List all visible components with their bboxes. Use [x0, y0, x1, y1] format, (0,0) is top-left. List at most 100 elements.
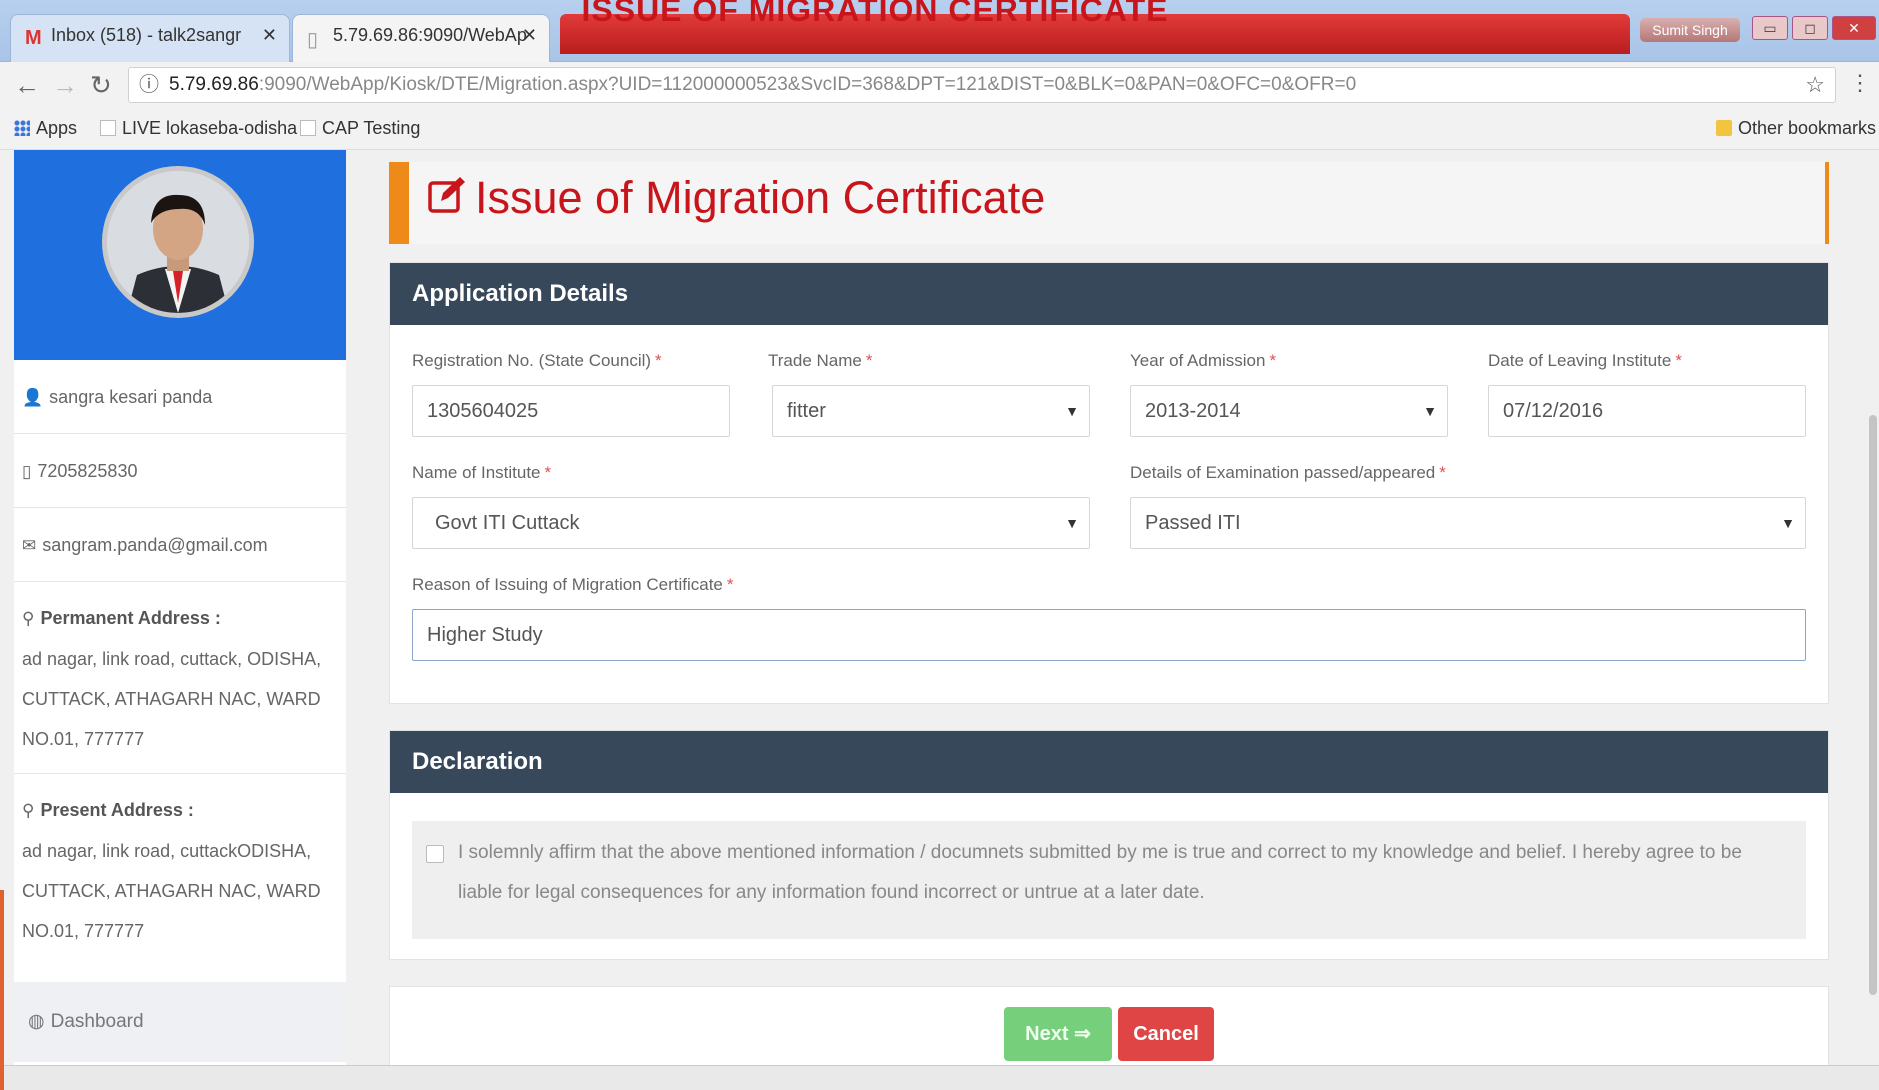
- selected-value: 2013-2014: [1145, 400, 1241, 422]
- page-title-text: Issue of Migration Certificate: [475, 172, 1046, 223]
- close-icon[interactable]: ✕: [262, 25, 277, 46]
- page-icon: ▯: [307, 29, 319, 51]
- page-scrollbar[interactable]: [1867, 150, 1879, 1065]
- bookmark-lokaseba[interactable]: LIVE lokaseba-odisha: [100, 118, 297, 139]
- caret-down-icon: ▼: [1065, 403, 1079, 419]
- profile-phone: 7205825830: [37, 461, 138, 481]
- reload-icon[interactable]: ↻: [90, 70, 112, 101]
- browser-tab-inbox[interactable]: M Inbox (518) - talk2sangr ✕: [10, 14, 290, 62]
- label-text: Trade Name: [768, 351, 862, 370]
- bookmark-apps[interactable]: Apps: [14, 118, 77, 139]
- address-line: NO.01, 777777: [22, 921, 145, 941]
- cancel-button[interactable]: Cancel: [1118, 1007, 1214, 1061]
- required-mark: *: [1675, 351, 1682, 370]
- maximize-icon[interactable]: ◻: [1792, 16, 1828, 40]
- reason-label: Reason of Issuing of Migration Certifica…: [412, 575, 734, 595]
- window-close-icon[interactable]: ✕: [1832, 16, 1876, 40]
- year-of-admission-select[interactable]: 2013-2014 ▼: [1130, 385, 1448, 437]
- required-mark: *: [1269, 351, 1277, 370]
- folder-icon: [1716, 120, 1732, 136]
- window-edge-accent: [0, 890, 4, 1090]
- scrollbar-thumb[interactable]: [1869, 415, 1877, 995]
- institute-name-label: Name of Institute *: [412, 463, 551, 483]
- institute-name-select[interactable]: Govt ITI Cuttack ▼: [412, 497, 1090, 549]
- next-button[interactable]: Next ⇒: [1004, 1007, 1112, 1061]
- profile-chip[interactable]: Sumit Singh: [1640, 18, 1740, 42]
- profile-name: sangra kesari panda: [49, 387, 213, 407]
- address-line: CUTTACK, ATHAGARH NAC, WARD: [22, 689, 321, 709]
- gmail-icon: M: [25, 27, 42, 49]
- permanent-address: ⚲ Permanent Address : ad nagar, link road…: [14, 582, 346, 774]
- declaration-box: I solemnly affirm that the above mention…: [412, 821, 1806, 939]
- examination-details-select[interactable]: Passed ITI ▼: [1130, 497, 1806, 549]
- label-text: Year of Admission: [1130, 351, 1266, 370]
- tab-label: 5.79.69.86:9090/WebAp: [333, 25, 527, 45]
- page-content: 👤 sangra kesari panda ▯ 7205825830 ✉ sangra…: [0, 150, 1879, 1076]
- address-line: ad nagar, link road, cuttack, ODISHA,: [22, 649, 322, 669]
- bookmark-label: Other bookmarks: [1738, 118, 1877, 138]
- envelope-icon: ✉: [22, 536, 37, 555]
- input-value: Higher Study: [427, 624, 543, 646]
- profile-header: [14, 150, 346, 360]
- required-mark: *: [1439, 463, 1446, 482]
- caret-down-icon: ▼: [1781, 515, 1795, 531]
- profile-sidebar: 👤 sangra kesari panda ▯ 7205825830 ✉ sangra…: [14, 150, 346, 1065]
- user-icon: 👤: [22, 388, 44, 407]
- input-value: 07/12/2016: [1503, 400, 1604, 422]
- selected-value: fitter: [787, 400, 826, 422]
- trade-name-label: Trade Name *: [768, 351, 872, 371]
- caret-down-icon: ▼: [1065, 515, 1079, 531]
- other-bookmarks[interactable]: Other bookmarks: [1716, 118, 1876, 139]
- browser-status-bar: [0, 1065, 1879, 1090]
- sidebar-item-label: Dashboard: [50, 1011, 144, 1032]
- examination-details-label: Details of Examination passed/appeared *: [1130, 463, 1446, 483]
- page-header: Issue of Migration Certificate: [389, 162, 1829, 244]
- present-address-title: Present Address :: [40, 800, 194, 820]
- profile-name-row: 👤 sangra kesari panda: [14, 360, 346, 434]
- forward-arrow-icon[interactable]: →: [52, 70, 78, 101]
- trade-name-select[interactable]: fitter ▼: [772, 385, 1090, 437]
- label-text: Reason of Issuing of Migration Certifica…: [412, 575, 723, 594]
- browser-menu-icon[interactable]: ⋮: [1849, 70, 1871, 96]
- profile-phone-row: ▯ 7205825830: [14, 434, 346, 508]
- map-marker-icon: ⚲: [22, 801, 35, 820]
- url-host: 5.79.69.86: [169, 74, 259, 95]
- label-text: Date of Leaving Institute: [1488, 351, 1672, 370]
- reason-input[interactable]: Higher Study: [412, 609, 1806, 661]
- caret-down-icon: ▼: [1423, 403, 1437, 419]
- page-icon: [100, 120, 116, 136]
- address-bar: ← → ↻ ⓘ 5.79.69.86:9090/WebApp/Kiosk/DTE…: [0, 62, 1879, 108]
- mobile-icon: ▯: [22, 462, 32, 481]
- date-of-leaving-input[interactable]: 07/12/2016: [1488, 385, 1806, 437]
- required-mark: *: [726, 575, 734, 594]
- registration-number-input[interactable]: 1305604025: [412, 385, 730, 437]
- address-line: ad nagar, link road, cuttackODISHA,: [22, 841, 312, 861]
- minimize-icon[interactable]: ▭: [1752, 16, 1788, 40]
- declaration-checkbox[interactable]: [426, 845, 444, 863]
- back-arrow-icon[interactable]: ←: [14, 70, 40, 101]
- profile-email: sangram.panda@gmail.com: [42, 535, 268, 555]
- apps-grid-icon: [14, 120, 30, 136]
- sidebar-item-dashboard[interactable]: ◍ Dashboard: [14, 982, 346, 1062]
- address-line: NO.01, 777777: [22, 729, 145, 749]
- dashboard-icon: ◍: [28, 1011, 45, 1032]
- required-mark: *: [544, 463, 552, 482]
- declaration-panel: Declaration I solemnly affirm that the a…: [389, 730, 1829, 960]
- browser-tab-webapp[interactable]: ▯ 5.79.69.86:9090/WebAp ✕: [292, 14, 550, 62]
- page-title: Issue of Migration Certificate: [427, 172, 1045, 226]
- close-icon[interactable]: ✕: [522, 25, 537, 46]
- input-value: 1305604025: [427, 400, 539, 422]
- bookmark-label: CAP Testing: [322, 118, 421, 138]
- required-mark: *: [865, 351, 873, 370]
- action-panel: Next ⇒ Cancel: [389, 986, 1829, 1076]
- page-icon: [300, 120, 316, 136]
- profile-email-row: ✉ sangram.panda@gmail.com: [14, 508, 346, 582]
- bookmark-star-icon[interactable]: ☆: [1805, 68, 1825, 102]
- bookmark-cap-testing[interactable]: CAP Testing: [300, 118, 420, 139]
- application-details-panel: Application Details Registration No. (St…: [389, 262, 1829, 704]
- url-input[interactable]: ⓘ 5.79.69.86:9090/WebApp/Kiosk/DTE/Migra…: [128, 67, 1836, 103]
- bookmarks-bar: Apps LIVE lokaseba-odisha CAP Testing Ot…: [0, 108, 1879, 150]
- panel-heading: Application Details: [390, 263, 1828, 325]
- info-icon[interactable]: ⓘ: [139, 68, 159, 102]
- date-of-leaving-label: Date of Leaving Institute *: [1488, 351, 1682, 371]
